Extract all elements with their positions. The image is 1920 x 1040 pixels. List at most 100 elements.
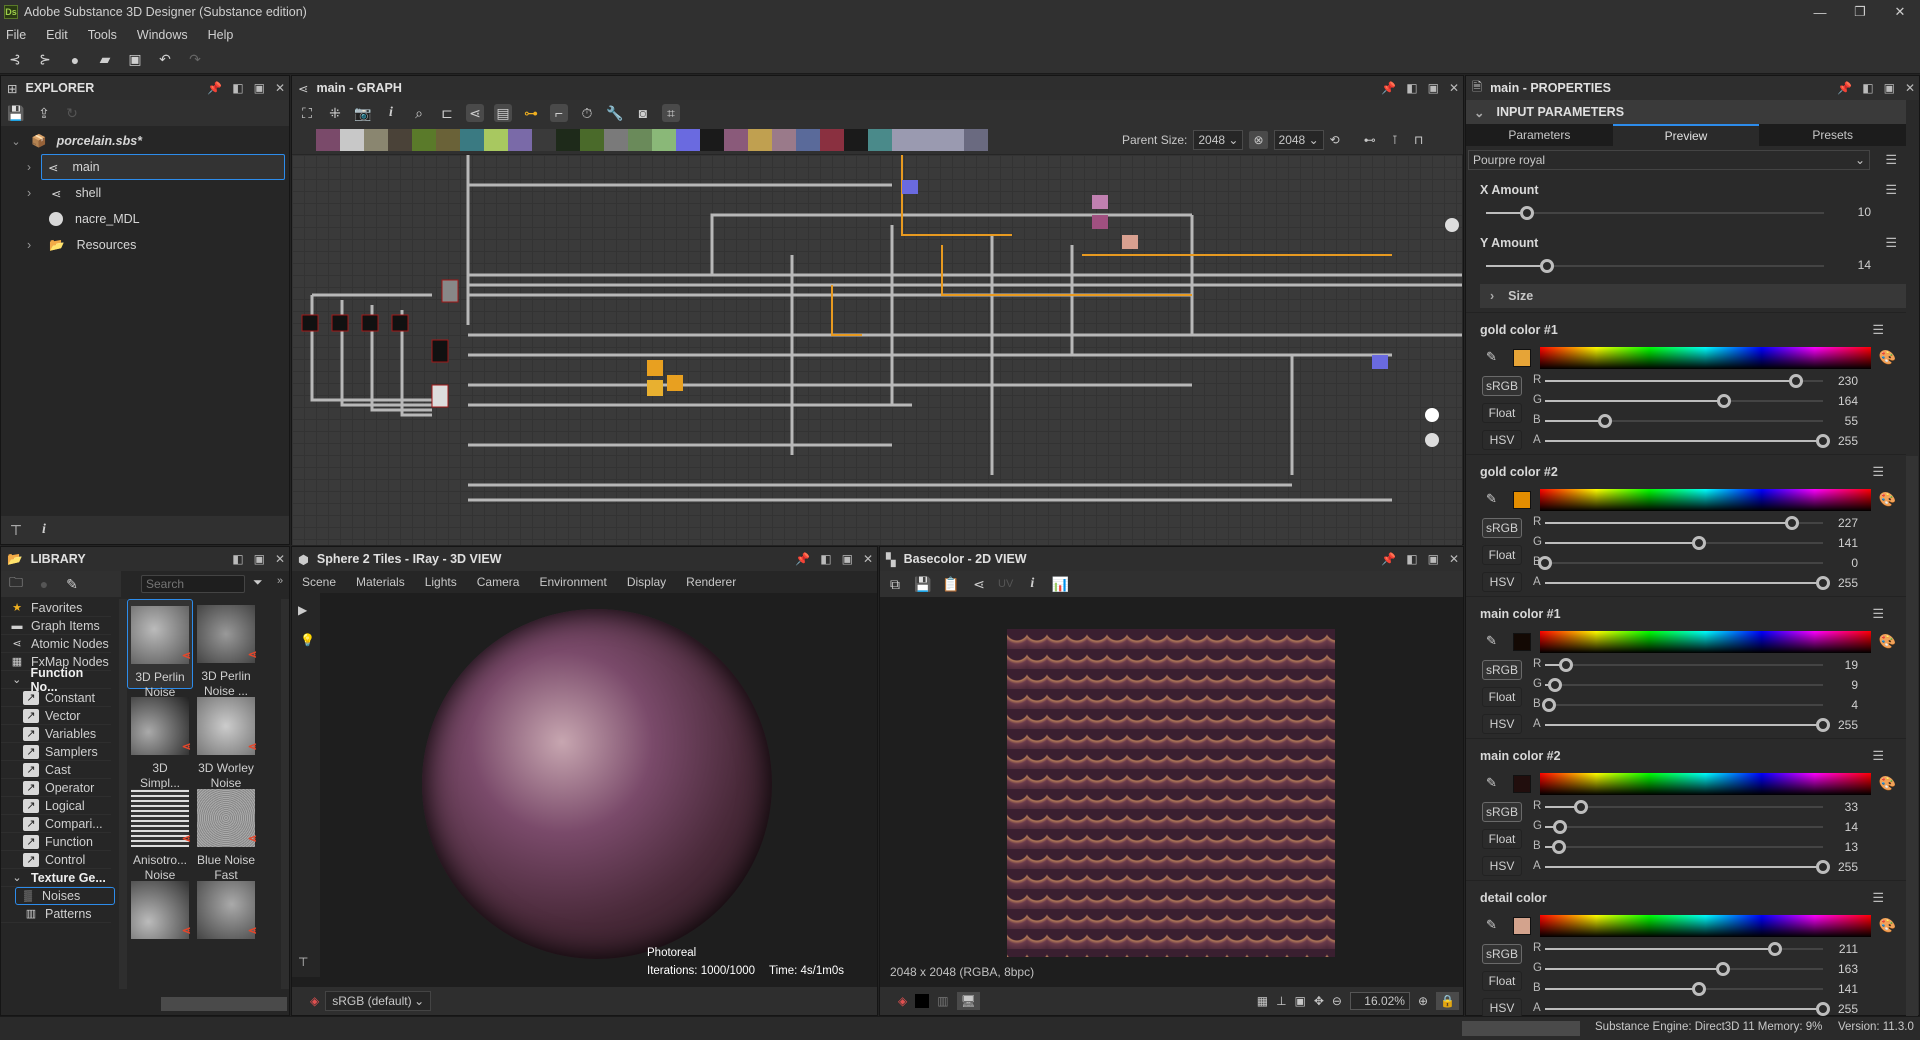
channel-value[interactable]: 141	[1798, 982, 1858, 996]
link-size-icon[interactable]: ⊗	[1249, 131, 1268, 149]
palette-icon[interactable]: 🎨	[1879, 491, 1896, 508]
node-palette-button[interactable]	[340, 129, 364, 151]
channel-slider[interactable]	[1545, 576, 1830, 590]
channel-value[interactable]: 230	[1798, 374, 1858, 388]
close-icon[interactable]: ✕	[1449, 81, 1459, 95]
chevron-down-icon[interactable]: ⌄	[9, 135, 23, 148]
color-swatch[interactable]	[1513, 491, 1531, 509]
channel-value[interactable]: 4	[1798, 698, 1858, 712]
library-thumbnail[interactable]: ⋖	[193, 875, 259, 945]
color-mode-button[interactable]: Float	[1482, 971, 1522, 991]
pin-icon[interactable]: 📌	[1837, 81, 1852, 95]
tab-preview[interactable]: Preview	[1612, 124, 1760, 146]
align-horizontal-icon[interactable]: ⊷	[1364, 133, 1376, 147]
channel-value[interactable]: 255	[1798, 434, 1858, 448]
x-amount-slider[interactable]	[1486, 206, 1824, 220]
connection-icon[interactable]: ⌐	[550, 104, 568, 122]
param-menu-icon[interactable]: ☰	[1872, 890, 1884, 906]
library-category[interactable]: ↗ Vector	[1, 707, 111, 725]
package-row[interactable]: ⌄ 📦 porcelain.sbs*	[1, 128, 289, 154]
library-category[interactable]: ↗ Control	[1, 851, 111, 869]
preset-select[interactable]: Pourpre royal ⌄	[1468, 150, 1870, 170]
param-menu-icon[interactable]: ☰	[1872, 322, 1884, 338]
channel-value[interactable]: 13	[1798, 840, 1858, 854]
menu-help[interactable]: Help	[208, 28, 234, 42]
x-amount-value[interactable]: 10	[1811, 205, 1871, 219]
maximize-icon[interactable]: ▣	[842, 552, 853, 566]
undo-icon[interactable]: ↶	[156, 51, 174, 69]
channel-value[interactable]: 255	[1798, 860, 1858, 874]
reload-icon[interactable]: ↻	[63, 104, 81, 122]
palette-icon[interactable]: 🎨	[1879, 775, 1896, 792]
menu-materials[interactable]: Materials	[356, 575, 405, 589]
float-icon[interactable]: ◧	[1862, 81, 1873, 95]
float-icon[interactable]: ◧	[232, 552, 243, 566]
wrench-icon[interactable]: 🔧	[606, 104, 624, 122]
edit-pencil-icon[interactable]: ✎	[63, 575, 81, 593]
node-palette-button[interactable]	[820, 129, 844, 151]
pixel-size-icon[interactable]: ⊥	[1276, 994, 1286, 1008]
eyedropper-icon[interactable]: ✎	[1486, 491, 1497, 507]
library-category[interactable]: ↗ Constant	[1, 689, 111, 707]
camera-icon[interactable]: 📷	[354, 104, 372, 122]
info-icon[interactable]: i	[35, 521, 53, 539]
align-vertical-icon[interactable]: ⊺	[1392, 133, 1398, 147]
tree-item-nacre-mdl[interactable]: nacre_MDL	[1, 206, 289, 232]
color-mode-button[interactable]: HSV	[1482, 998, 1522, 1018]
menu-file[interactable]: File	[6, 28, 26, 42]
library-category[interactable]: ↗ Variables	[1, 725, 111, 743]
node-palette-button[interactable]	[652, 129, 676, 151]
channel-slider[interactable]	[1542, 698, 1823, 712]
eyedropper-icon[interactable]: ✎	[1486, 349, 1497, 365]
close-icon[interactable]: ✕	[863, 552, 873, 566]
node-palette-button[interactable]	[628, 129, 652, 151]
frame-all-icon[interactable]: ⛶	[298, 104, 316, 122]
color-mode-button[interactable]: sRGB	[1482, 660, 1522, 680]
hue-picker[interactable]	[1540, 489, 1871, 511]
publish-icon[interactable]: ⇪	[35, 104, 53, 122]
library-category[interactable]: ⌄ Function No...	[1, 666, 111, 694]
parent-size-select[interactable]: 2048 ⌄	[1193, 130, 1244, 150]
preset-menu-icon[interactable]: ☰	[1885, 152, 1897, 168]
node-palette-button[interactable]	[484, 129, 508, 151]
node-palette-button[interactable]	[796, 129, 820, 151]
color-swatch[interactable]	[1513, 775, 1531, 793]
chevron-right-icon[interactable]: ›	[27, 160, 31, 174]
node-palette-button[interactable]	[388, 129, 412, 151]
node-palette-button[interactable]	[676, 129, 700, 151]
background-grid-icon[interactable]: ▥	[937, 994, 948, 1008]
channel-slider[interactable]	[1538, 556, 1823, 570]
eyedropper-icon[interactable]: ✎	[1486, 917, 1497, 933]
color-mode-button[interactable]: Float	[1482, 687, 1522, 707]
channel-value[interactable]: 255	[1798, 1002, 1858, 1016]
input-parameters-section[interactable]: ⌄ INPUT PARAMETERS	[1466, 100, 1906, 124]
align-icon[interactable]: ⊏	[438, 104, 456, 122]
channel-slider[interactable]	[1545, 820, 1823, 834]
menu-edit[interactable]: Edit	[46, 28, 68, 42]
eyedropper-icon[interactable]: ✎	[1486, 775, 1497, 791]
close-icon[interactable]: ✕	[1449, 552, 1459, 566]
library-thumbnail[interactable]: ⋖ Blue Noise Fast	[193, 783, 259, 883]
node-palette-button[interactable]	[436, 129, 460, 151]
tree-item-shell[interactable]: › ⋖ shell	[1, 180, 289, 206]
node-palette-button[interactable]	[556, 129, 580, 151]
channel-slider[interactable]	[1545, 718, 1830, 732]
y-amount-slider[interactable]	[1486, 259, 1824, 273]
uv-select[interactable]: UV	[998, 578, 1013, 590]
channel-slider[interactable]	[1545, 982, 1823, 996]
pin-icon[interactable]: 📌	[207, 81, 222, 95]
channel-slider[interactable]	[1545, 678, 1823, 692]
float-icon[interactable]: ◧	[1406, 552, 1417, 566]
channel-value[interactable]: 211	[1798, 942, 1858, 956]
channel-slider[interactable]	[1545, 374, 1823, 388]
color-mode-button[interactable]: Float	[1482, 829, 1522, 849]
info-icon[interactable]: i	[382, 104, 400, 122]
channel-slider[interactable]	[1545, 962, 1823, 976]
node-palette-button[interactable]	[700, 129, 724, 151]
expand-icon[interactable]: »	[277, 575, 283, 587]
channel-value[interactable]: 14	[1798, 820, 1858, 834]
node-palette-button[interactable]	[364, 129, 388, 151]
library-thumbnail[interactable]: ⋖ 3D Perlin Noise ...	[193, 599, 259, 699]
node-palette-button[interactable]	[892, 129, 916, 151]
param-menu-icon[interactable]: ☰	[1885, 235, 1897, 251]
